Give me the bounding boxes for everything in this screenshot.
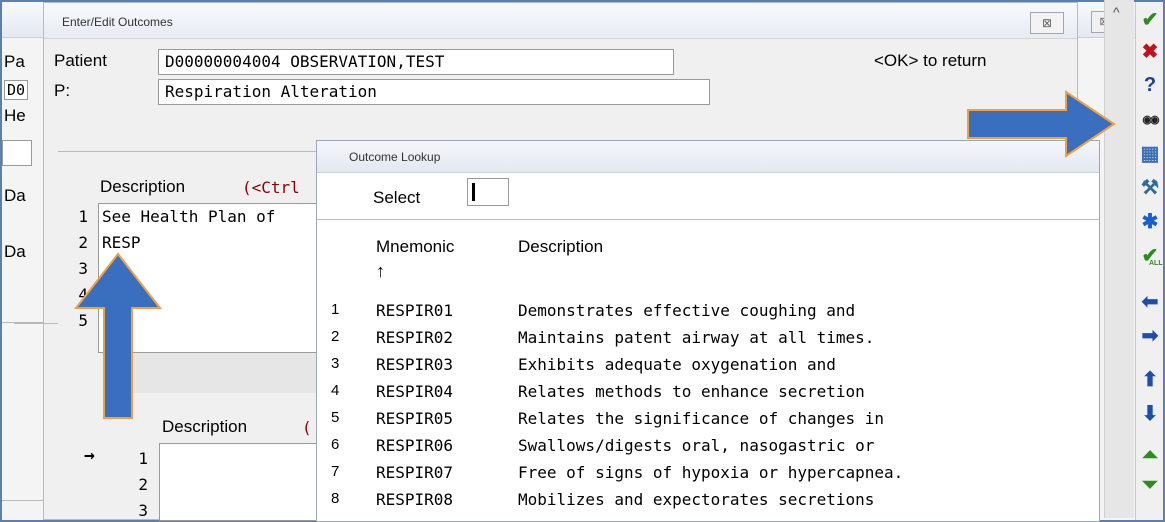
tools-icon[interactable]: ⚒ [1138,174,1162,200]
description-row-text[interactable]: See Health Plan of [102,207,275,226]
lookup-row[interactable]: 6 RESPIR06 Swallows/digests oral, nasogast… [317,436,1099,460]
ok-return-hint: <OK> to return [874,51,987,70]
annotation-arrow-right-icon [967,90,1116,158]
outcome-lookup-dialog: Outcome Lookup Select Mnemonic Descripti… [316,140,1100,522]
description2-label: Description [162,417,248,436]
problem-field[interactable]: Respiration Alteration [158,79,710,105]
left-separator [14,323,58,324]
background-scrollbar[interactable]: ^ [1104,0,1134,518]
select-input[interactable] [467,178,509,206]
background-label-patient: Pa [4,52,25,71]
ctrl-hint: (<Ctrl [242,178,300,197]
arrow-down-icon[interactable]: ⬇ [1138,400,1162,426]
column-header-mnemonic[interactable]: Mnemonic [376,237,454,257]
background-field[interactable] [2,140,32,166]
background-label-date-1: Da [4,186,26,205]
description2-row-number: 1 [138,449,148,468]
lookup-row-mnemonic: RESPIR01 [376,301,454,320]
lookup-row-index: 3 [331,355,340,372]
arrow-up-icon[interactable]: ⬆ [1138,366,1162,392]
help-icon[interactable]: ? [1138,72,1162,98]
page-up-icon[interactable]: ⏶ [1138,442,1162,468]
edit-window-title: Enter/Edit Outcomes [62,15,173,29]
lookup-row[interactable]: 1 RESPIR01 Demonstrates effective coughing… [317,301,1099,325]
lookup-row-description: Maintains patent airway at all times. [518,328,875,347]
lookup-title: Outcome Lookup [349,150,441,164]
edit-window-close-button[interactable]: ⊠ [1030,12,1064,34]
lookup-row-mnemonic: RESPIR08 [376,490,454,509]
asterisk-icon[interactable]: ✱ [1138,208,1162,234]
lookup-row-description: Free of signs of hypoxia or hypercapnea. [518,463,904,482]
description2-row-number: 3 [138,501,148,517]
lookup-row-mnemonic: RESPIR05 [376,409,454,428]
background-label-id: D0 [4,80,29,100]
lookup-row-description: Mobilizes and expectorates secretions [518,490,875,509]
right-toolbar: ✔ ✖? ◉◉ ▦ ⚒ ✱ ✔ ⬅ ➡ ⬆ ⬇ ⏶ ⏷ ALL [1135,2,1163,520]
grid-edit-icon[interactable]: ▦ [1138,140,1162,166]
ctrl-hint-2: ( [302,418,312,437]
lookup-row-index: 5 [331,409,340,426]
background-separator-2 [2,500,46,501]
edit-window-titlebar: Enter/Edit Outcomes ⊠ [44,3,1077,39]
patient-label: Patient [54,51,107,70]
lookup-row[interactable]: 7 RESPIR07 Free of signs of hypoxia or hyp… [317,463,1099,487]
lookup-row-index: 8 [331,490,340,507]
row-pointer-icon: → [84,445,95,466]
lookup-row-index: 6 [331,436,340,453]
annotation-arrow-up-icon [73,252,163,419]
patient-field[interactable]: D00000004004 OBSERVATION,TEST [158,49,674,75]
lookup-row-description: Relates methods to enhance secretion [518,382,865,401]
lookup-row-mnemonic: RESPIR02 [376,328,454,347]
arrow-right-icon[interactable]: ➡ [1138,322,1162,348]
background-label-header: He [4,106,26,125]
scroll-up-icon[interactable]: ^ [1113,4,1120,20]
lookup-row[interactable]: 4 RESPIR04 Relates methods to enhance secr… [317,382,1099,406]
lookup-row-index: 4 [331,382,340,399]
lookup-row-mnemonic: RESPIR07 [376,463,454,482]
lookup-row[interactable]: 5 RESPIR05 Relates the significance of cha… [317,409,1099,433]
description-row-number: 1 [78,207,88,226]
lookup-row-index: 2 [331,328,340,345]
lookup-row[interactable]: 2 RESPIR02 Maintains patent airway at all … [317,328,1099,352]
sort-ascending-icon: ↑ [376,261,385,281]
column-header-description[interactable]: Description [518,237,603,257]
description2-row-number: 2 [138,475,148,494]
section-separator [58,151,318,152]
cancel-x-icon[interactable]: ✖ [1138,38,1162,64]
lookup-row-description: Demonstrates effective coughing and [518,301,856,320]
problem-label: P: [54,81,71,100]
lookup-row-description: Swallows/digests oral, nasogastric or [518,436,875,455]
lookup-row-mnemonic: RESPIR06 [376,436,454,455]
select-label: Select [373,188,421,207]
lookup-row-description: Exhibits adequate oxygenation and [518,355,836,374]
lookup-row-index: 7 [331,463,340,480]
lookup-row[interactable]: 8 RESPIR08 Mobilizes and expectorates secr… [317,490,1099,514]
lookup-separator [317,219,1099,220]
lookup-row-index: 1 [331,301,340,318]
lookup-row-description: Relates the significance of changes in [518,409,885,428]
lookup-row-mnemonic: RESPIR04 [376,382,454,401]
text-caret [472,183,475,201]
arrow-left-icon[interactable]: ⬅ [1138,288,1162,314]
description-label: Description [100,177,186,196]
check-all-badge: ALL [1149,260,1163,267]
lookup-row[interactable]: 3 RESPIR03 Exhibits adequate oxygenation a… [317,355,1099,379]
check-icon[interactable]: ✔ [1138,6,1162,32]
page-down-icon[interactable]: ⏷ [1138,472,1162,498]
background-label-date-2: Da [4,242,26,261]
lookup-row-mnemonic: RESPIR03 [376,355,454,374]
binoculars-icon[interactable]: ◉◉ [1138,106,1162,132]
